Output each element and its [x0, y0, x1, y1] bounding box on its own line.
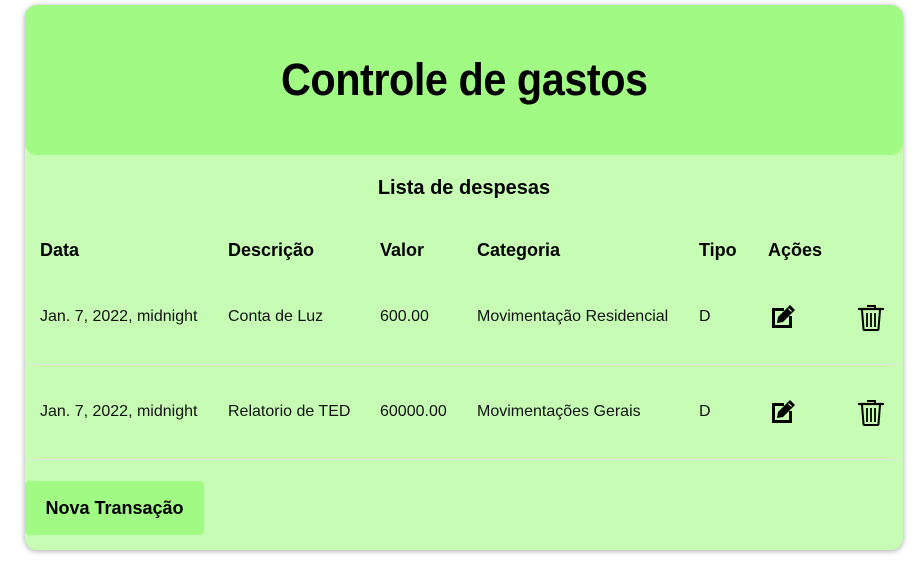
cell-descricao: Conta de Luz	[228, 270, 380, 365]
cell-categoria: Movimentações Gerais	[477, 364, 699, 460]
cell-categoria: Movimentação Residencial	[477, 270, 699, 365]
cell-valor: 60000.00	[380, 364, 477, 460]
trash-icon[interactable]	[856, 302, 886, 332]
column-header-empty	[856, 230, 903, 270]
page-title: Controle de gastos	[280, 54, 648, 105]
cell-descricao: Relatorio de TED	[228, 364, 380, 460]
table-row: Jan. 7, 2022, midnight Conta de Luz 600.…	[25, 270, 903, 365]
expenses-table: Data Descrição Valor Categoria Tipo Açõe…	[25, 230, 903, 460]
edit-icon[interactable]	[768, 302, 798, 332]
column-header-valor: Valor	[380, 239, 425, 260]
table-row: Jan. 7, 2022, midnight Relatorio de TED …	[25, 364, 903, 460]
column-header-descricao: Descrição	[228, 239, 315, 260]
cell-tipo: D	[699, 270, 768, 365]
page-header: Controle de gastos	[25, 5, 903, 155]
cell-delete	[856, 270, 903, 365]
column-header-data: Data	[40, 239, 80, 260]
cell-data: Jan. 7, 2022, midnight	[25, 364, 228, 460]
edit-icon[interactable]	[768, 397, 798, 427]
cell-tipo: D	[699, 364, 768, 460]
cell-data: Jan. 7, 2022, midnight	[25, 270, 228, 365]
table-header-row: Data Descrição Valor Categoria Tipo Açõe…	[25, 230, 903, 270]
expenses-card: Controle de gastos Lista de despesas Dat…	[25, 5, 903, 550]
column-header-acoes: Ações	[768, 239, 823, 260]
cell-delete	[856, 364, 903, 460]
trash-icon[interactable]	[856, 397, 886, 427]
new-transaction-button[interactable]: Nova Transação	[25, 481, 204, 535]
cell-edit	[768, 364, 856, 460]
cell-valor: 600.00	[380, 270, 477, 365]
list-title: Lista de despesas	[377, 177, 551, 199]
cell-edit	[768, 270, 856, 365]
column-header-tipo: Tipo	[699, 239, 737, 260]
column-header-categoria: Categoria	[477, 239, 561, 260]
